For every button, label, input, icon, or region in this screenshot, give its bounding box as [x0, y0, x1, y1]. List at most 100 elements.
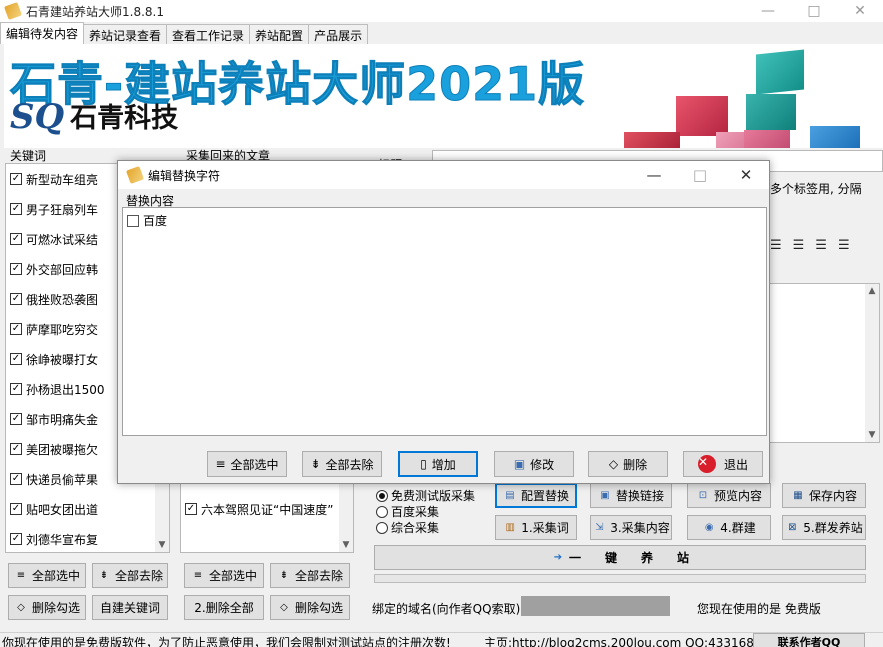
keyword-label: 邹市明痛失金 [26, 412, 99, 427]
window-titlebar: 石青建站养站大师1.8.8.1 — □ ✕ [0, 0, 883, 22]
select-all-icon: ≡ [16, 570, 26, 581]
exit-icon: ✕ [697, 455, 716, 473]
radio-free[interactable]: 免费测试版采集 [376, 488, 475, 504]
keyword-label: 刘德华宣布复 [26, 532, 99, 547]
keyword-label: 贴吧女团出道 [26, 502, 99, 517]
dialog-modify-button[interactable]: ▣ 修改 [494, 451, 574, 477]
tab-config[interactable]: 养站配置 [249, 24, 310, 44]
broom-app-icon [4, 2, 22, 20]
kw-delete-checked-button[interactable]: ◇ 删除勾选 [8, 595, 86, 620]
maximize-button[interactable]: □ [791, 0, 837, 22]
keyword-label: 快递员偷苹果 [26, 472, 99, 487]
editor-toolbar [770, 212, 880, 232]
radio-all[interactable]: 综合采集 [376, 520, 475, 536]
tab-edit-pending[interactable]: 编辑待发内容 [0, 22, 85, 44]
keyword-label: 外交部回应韩 [26, 262, 99, 277]
list-item[interactable]: ✓ 六本驾照见证“中国速度” [181, 494, 333, 524]
replace-list[interactable]: 百度 [122, 207, 767, 436]
checkbox[interactable]: ✓ [10, 293, 22, 305]
checkbox[interactable]: ✓ [10, 533, 22, 545]
dialog-minimize-button[interactable]: — [631, 161, 677, 189]
close-button[interactable]: ✕ [837, 0, 883, 22]
art-deselect-all-button[interactable]: ⇟ 全部去除 [270, 563, 350, 588]
preview-button[interactable]: ⊡ 预览内容 [687, 483, 771, 508]
publish-icon: ⊠ [788, 522, 797, 533]
custom-keyword-button[interactable]: 自建关键词 [92, 595, 168, 620]
content-editor[interactable]: ▲ ▼ [768, 283, 880, 443]
radio-button[interactable] [376, 522, 388, 534]
decor-cube-pink2 [744, 130, 790, 148]
keyword-label: 可燃冰试采结 [26, 232, 99, 247]
keyword-label: 萨摩耶吃穷交 [26, 322, 99, 337]
replace-link-button[interactable]: ▣ 替换链接 [590, 483, 672, 508]
dialog-select-all-button[interactable]: ≡ 全部选中 [207, 451, 287, 477]
checkbox[interactable]: ✓ [10, 443, 22, 455]
checkbox[interactable]: ✓ [10, 473, 22, 485]
keyword-label: 美团被曝拖欠 [26, 442, 99, 457]
window-title: 石青建站养站大师1.8.8.1 [26, 4, 164, 19]
save-content-button[interactable]: ▦ 保存内容 [782, 483, 866, 508]
checkbox[interactable]: ✓ [10, 413, 22, 425]
art-select-all-button[interactable]: ≡ 全部选中 [184, 563, 264, 588]
save-icon: ▦ [793, 490, 803, 501]
tab-work-log[interactable]: 查看工作记录 [166, 24, 251, 44]
domain-field[interactable] [521, 596, 670, 616]
build-icon: ◉ [704, 522, 714, 533]
dialog-close-button[interactable]: ✕ [723, 161, 769, 189]
kw-select-all-button[interactable]: ≡ 全部选中 [8, 563, 86, 588]
dialog-delete-button[interactable]: ◇ 删除 [588, 451, 668, 477]
dialog-deselect-all-button[interactable]: ⇟ 全部去除 [302, 451, 382, 477]
deselect-all-icon: ⇟ [310, 457, 321, 471]
list-item[interactable]: ✓ 刘德华宣布复 [6, 524, 169, 554]
scroll-down-icon[interactable]: ▼ [865, 428, 879, 442]
dialog-add-button[interactable]: ▯ 增加 [398, 451, 478, 477]
config-replace-button[interactable]: ▤ 配置替换 [495, 483, 577, 508]
banner: 石青-建站养站大师2021版 SQ 石青科技 [4, 44, 883, 148]
keywords-header: 关键词 [10, 149, 47, 163]
tab-products[interactable]: 产品展示 [308, 24, 369, 44]
group-build-button[interactable]: ◉ 4.群建 [687, 515, 771, 540]
radio-button[interactable] [376, 506, 388, 518]
scroll-down-icon[interactable]: ▼ [339, 538, 353, 552]
status-left: 你现在使用的是免费版软件，为了防止恶意使用，我们会限制对测试站点的注册次数! [2, 636, 451, 647]
align-toolbar: ☰☰☰☰ [770, 238, 861, 253]
collect-content-button[interactable]: ⇲ 3.采集内容 [590, 515, 672, 540]
list-icon: ▤ [505, 490, 515, 501]
checkbox[interactable]: ✓ [10, 173, 22, 185]
checkbox[interactable]: ✓ [10, 263, 22, 275]
list-item[interactable]: 百度 [127, 212, 167, 229]
checkbox[interactable]: ✓ [10, 353, 22, 365]
contact-author-button[interactable]: 联系作者QQ [753, 633, 865, 647]
dialog-title: 编辑替换字符 [148, 168, 221, 183]
collect-word-button[interactable]: ▥ 1.采集词 [495, 515, 577, 540]
dialog-titlebar: 编辑替换字符 — □ ✕ [118, 161, 769, 189]
download-icon: ⇲ [595, 522, 604, 533]
art-delete-all-button[interactable]: 2.删除全部 [184, 595, 264, 620]
tab-records[interactable]: 养站记录查看 [83, 24, 168, 44]
checkbox[interactable]: ✓ [185, 503, 197, 515]
minimize-button[interactable]: — [745, 0, 791, 22]
checkbox[interactable]: ✓ [10, 383, 22, 395]
kw-deselect-all-button[interactable]: ⇟ 全部去除 [92, 563, 168, 588]
one-click-button[interactable]: ➔ 一 键 养 站 [374, 545, 866, 570]
new-file-icon: ▯ [420, 457, 427, 471]
checkbox[interactable]: ✓ [10, 203, 22, 215]
scroll-up-icon[interactable]: ▲ [865, 284, 879, 298]
group-publish-button[interactable]: ⊠ 5.群发养站 [782, 515, 866, 540]
eraser-icon: ◇ [280, 602, 288, 613]
checkbox[interactable]: ✓ [10, 233, 22, 245]
radio-button[interactable] [376, 490, 388, 502]
art-delete-checked-button[interactable]: ◇ 删除勾选 [270, 595, 350, 620]
scroll-down-icon[interactable]: ▼ [155, 538, 169, 552]
list-item[interactable]: ✓ 贴吧女团出道 [6, 494, 169, 524]
checkbox[interactable]: ✓ [10, 323, 22, 335]
radio-baidu[interactable]: 百度采集 [376, 504, 475, 520]
dialog-maximize-button[interactable]: □ [677, 161, 723, 189]
checkbox[interactable] [127, 214, 139, 227]
company-logo: SQ 石青科技 [10, 100, 178, 134]
status-home: 主页:http://blog2cms.200lou.com QQ:433168 [484, 636, 754, 647]
editor-scrollbar[interactable]: ▲ ▼ [865, 284, 879, 442]
main-tabs: 编辑待发内容 养站记录查看 查看工作记录 养站配置 产品展示 [0, 22, 369, 44]
dialog-exit-button[interactable]: ✕ 退出 [683, 451, 763, 477]
checkbox[interactable]: ✓ [10, 503, 22, 515]
